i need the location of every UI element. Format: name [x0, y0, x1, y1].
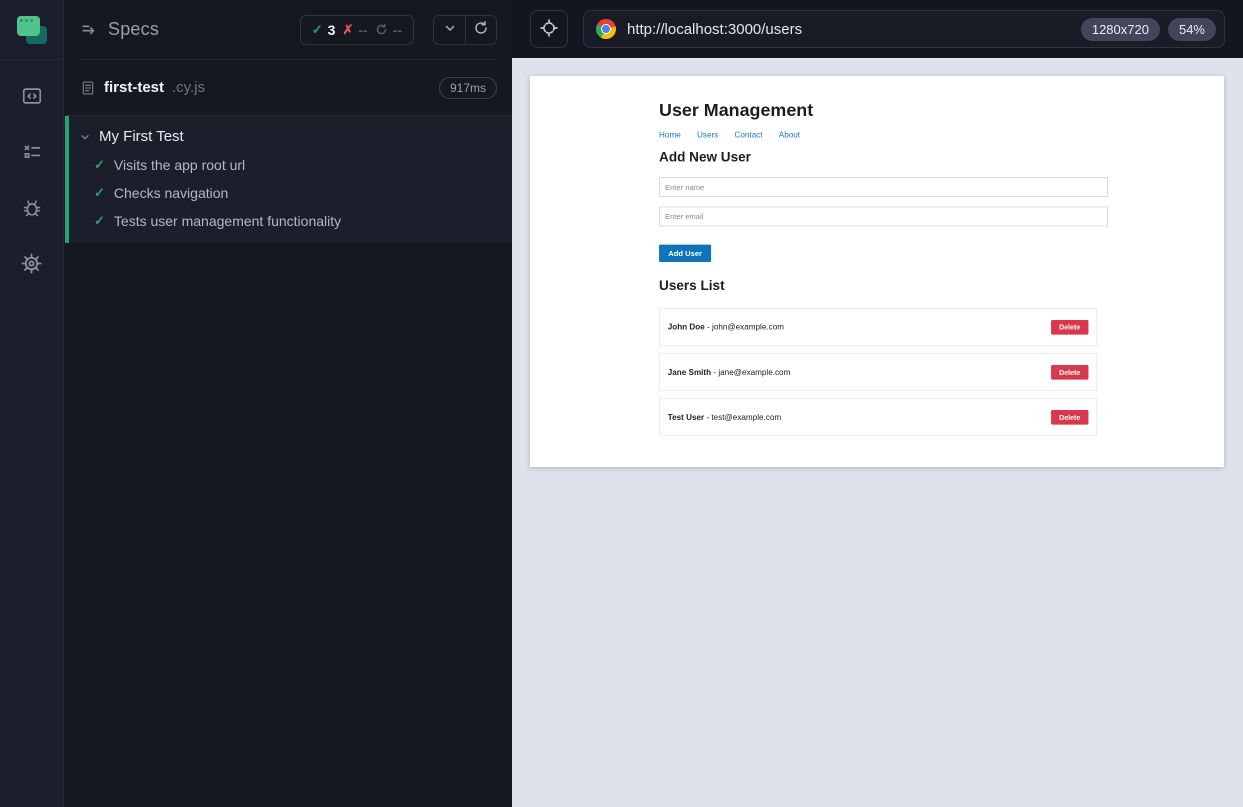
chrome-browser-icon — [596, 19, 616, 39]
settings-gear-icon — [20, 252, 43, 278]
runs-checklist-icon — [21, 141, 43, 166]
pending-count: -- — [392, 21, 402, 38]
chevron-down-icon — [79, 131, 91, 143]
user-email: jane@example.com — [718, 367, 791, 377]
spec-document-icon — [80, 80, 96, 96]
rerun-tests-button[interactable] — [465, 15, 496, 44]
browser-header: http://localhost:3000/users 1280x720 54% — [512, 0, 1243, 58]
user-email: test@example.com — [711, 412, 782, 422]
spec-duration-badge: 917ms — [438, 76, 497, 99]
cypress-logo-icon — [16, 15, 47, 44]
delete-user-button[interactable]: Delete — [1051, 364, 1089, 380]
user-name: Jane Smith — [667, 367, 712, 377]
pending-spinner-icon — [375, 23, 388, 36]
user-name: John Doe — [667, 322, 705, 332]
spec-file-row[interactable]: first-test .cy.js 917ms — [65, 60, 512, 116]
passed-check-icon: ✓ — [311, 21, 323, 37]
zoom-level-badge: 54% — [1167, 17, 1216, 41]
collapse-all-button[interactable] — [434, 16, 465, 44]
test-title: Checks navigation — [113, 185, 229, 201]
test-row[interactable]: ✓ Tests user management functionality — [69, 207, 512, 235]
viewport-size-badge: 1280x720 — [1080, 17, 1160, 41]
failed-x-icon: ✗ — [342, 21, 354, 37]
specs-panel-title: Specs — [108, 19, 160, 39]
test-stats: ✓ 3 ✗ -- -- — [299, 14, 414, 45]
separator: - — [704, 412, 712, 422]
users-list-heading: Users List — [659, 278, 725, 294]
chevron-down-icon — [443, 21, 457, 38]
aut-viewport: User Management Home Users Contact About… — [530, 76, 1224, 467]
failed-count: -- — [358, 21, 368, 38]
sidebar — [0, 0, 64, 807]
cypress-logo[interactable] — [0, 0, 64, 60]
user-name: Test User — [667, 412, 705, 422]
delete-user-button[interactable]: Delete — [1051, 319, 1089, 335]
refresh-icon — [473, 20, 489, 39]
add-user-heading: Add New User — [659, 149, 751, 165]
passed-check-icon: ✓ — [94, 157, 105, 172]
specs-header-buttons — [433, 14, 497, 45]
test-title: Tests user management functionality — [113, 213, 342, 229]
user-row: Test User - test@example.com Delete — [659, 398, 1098, 437]
nav-link-about[interactable]: About — [779, 130, 800, 140]
browser-pane: http://localhost:3000/users 1280x720 54%… — [512, 0, 1243, 807]
user-info: Test User - test@example.com — [668, 412, 781, 421]
specs-header: Specs ✓ 3 ✗ -- -- — [80, 0, 497, 60]
debug-bug-icon — [21, 197, 43, 222]
url-bar[interactable]: http://localhost:3000/users 1280x720 54% — [583, 10, 1225, 48]
passed-check-icon: ✓ — [94, 185, 105, 200]
nav-link-home[interactable]: Home — [659, 130, 681, 140]
add-user-button[interactable]: Add User — [659, 244, 712, 262]
sidebar-item-runs[interactable] — [12, 133, 52, 173]
passed-check-icon: ✓ — [94, 213, 105, 228]
suite-row[interactable]: My First Test — [69, 122, 512, 151]
page-title: User Management — [659, 99, 814, 120]
separator: - — [704, 322, 713, 332]
suite-title: My First Test — [99, 128, 184, 145]
test-row[interactable]: ✓ Checks navigation — [69, 179, 512, 207]
sidebar-item-debug[interactable] — [12, 189, 52, 229]
url-text: http://localhost:3000/users — [627, 20, 803, 38]
nav-link-users[interactable]: Users — [697, 130, 718, 140]
sidebar-item-specs[interactable] — [12, 77, 52, 117]
selector-playground-button[interactable] — [530, 10, 568, 48]
collapse-specs-list-icon[interactable] — [80, 20, 99, 39]
spec-file-extension: .cy.js — [172, 79, 206, 96]
crosshair-target-icon — [539, 18, 559, 41]
stat-pending: -- — [375, 22, 402, 38]
specs-panel: Specs ✓ 3 ✗ -- -- first-test .cy.js 917m… — [65, 0, 512, 807]
spec-file-name: first-test — [104, 79, 165, 96]
email-input[interactable] — [659, 206, 1108, 227]
user-row: John Doe - john@example.com Delete — [659, 308, 1098, 347]
user-info: Jane Smith - jane@example.com — [668, 367, 791, 376]
specs-window-icon — [21, 85, 43, 110]
app-under-test: User Management Home Users Contact About… — [530, 76, 1224, 467]
name-input[interactable] — [659, 177, 1108, 197]
stat-failed: ✗ -- — [342, 22, 367, 38]
cypress-test-runner: Specs ✓ 3 ✗ -- -- first-test .cy.js 917m… — [0, 0, 1243, 807]
test-results-block: My First Test ✓ Visits the app root url … — [65, 116, 512, 243]
aut-backdrop: User Management Home Users Contact About… — [512, 58, 1243, 485]
stat-passed: ✓ 3 — [312, 22, 336, 38]
aut-nav: Home Users Contact About — [659, 130, 1108, 140]
test-title: Visits the app root url — [113, 157, 246, 173]
user-info: John Doe - john@example.com — [668, 322, 784, 331]
viewport-badges: 1280x720 54% — [1080, 17, 1216, 41]
nav-link-contact[interactable]: Contact — [735, 130, 763, 140]
test-row[interactable]: ✓ Visits the app root url — [69, 151, 512, 179]
passed-count: 3 — [327, 21, 336, 38]
delete-user-button[interactable]: Delete — [1051, 409, 1089, 425]
user-row: Jane Smith - jane@example.com Delete — [659, 353, 1098, 392]
sidebar-item-settings[interactable] — [12, 245, 52, 285]
user-email: john@example.com — [712, 322, 785, 332]
sidebar-nav — [12, 60, 52, 285]
